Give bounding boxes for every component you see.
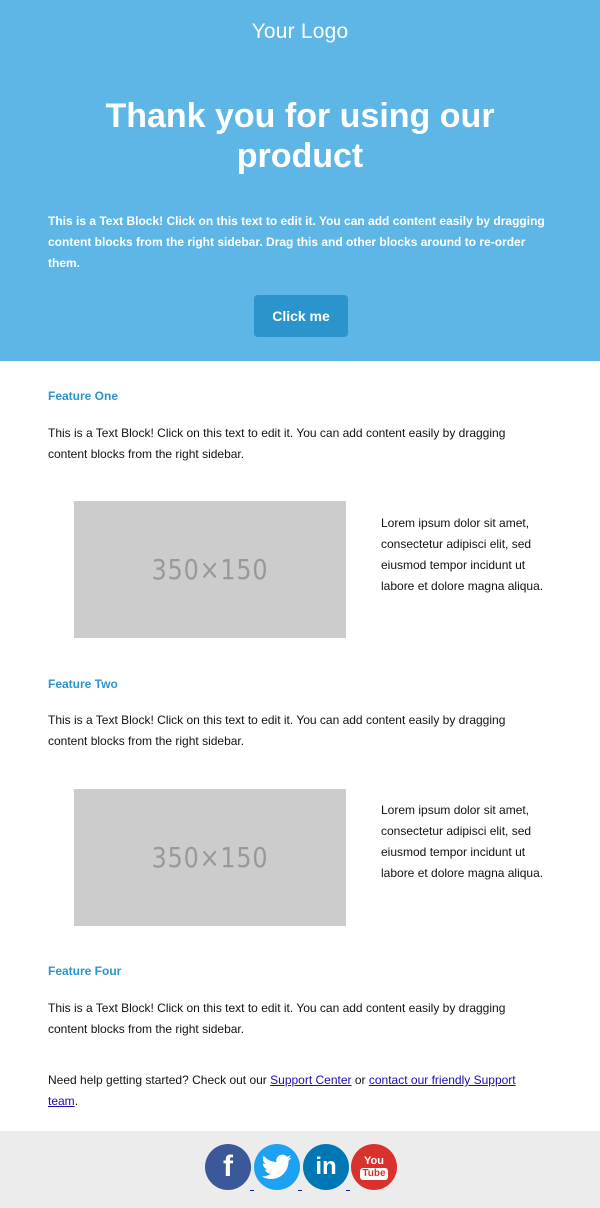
twitter-icon[interactable] — [254, 1144, 300, 1190]
feature-four-title: Feature Four — [48, 964, 122, 978]
feature-four-text: This is a Text Block! Click on this text… — [48, 1001, 506, 1036]
logo[interactable]: Your Logo — [0, 20, 600, 44]
page-title: Thank you for using our product — [105, 97, 495, 175]
feature-two-title: Feature Two — [48, 677, 118, 691]
feature-two-side-text: Lorem ipsum dolor sit amet, consectetur … — [381, 803, 544, 880]
facebook-icon[interactable]: f — [205, 1144, 251, 1190]
feature-one-title: Feature One — [48, 389, 119, 403]
linkedin-icon[interactable]: in — [303, 1144, 349, 1190]
content-area: Feature One This is a Text Block! Click … — [0, 361, 600, 1131]
feature-one-image: 350×150 — [74, 501, 346, 638]
help-suffix: . — [74, 1094, 79, 1108]
support-center-link[interactable]: Support Center — [270, 1073, 351, 1087]
help-middle: or — [351, 1073, 369, 1087]
help-text: Need help getting started? Check out our… — [48, 1070, 548, 1112]
youtube-glyph-top: You — [364, 1154, 384, 1167]
feature-one-side-text: Lorem ipsum dolor sit amet, consectetur … — [381, 516, 544, 593]
footer: f in You Tube — [0, 1131, 600, 1208]
twitter-bird-glyph — [262, 1154, 292, 1179]
linkedin-glyph: in — [315, 1153, 337, 1180]
feature-two-image: 350×150 — [74, 789, 346, 926]
youtube-icon[interactable]: You Tube — [351, 1144, 397, 1190]
facebook-glyph: f — [223, 1150, 233, 1183]
click-me-button[interactable]: Click me — [254, 295, 348, 337]
youtube-glyph-bottom: Tube — [360, 1167, 388, 1180]
link-underline — [250, 1190, 254, 1191]
help-prefix: Need help getting started? Check out our — [48, 1073, 271, 1087]
feature-two-text: This is a Text Block! Click on this text… — [48, 713, 506, 748]
feature-one-text: This is a Text Block! Click on this text… — [48, 426, 506, 461]
header-banner: Your Logo Thank you for using our produc… — [0, 0, 600, 361]
link-underline — [346, 1190, 350, 1191]
image-size-label: 350×150 — [151, 553, 269, 586]
link-underline — [298, 1190, 302, 1191]
intro-text: This is a Text Block! Click on this text… — [48, 214, 545, 270]
image-size-label: 350×150 — [151, 841, 269, 874]
